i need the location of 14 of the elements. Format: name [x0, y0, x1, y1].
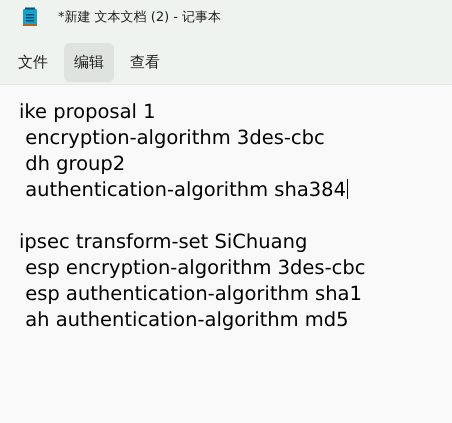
- text-line: ike proposal 1: [19, 100, 156, 122]
- text-line: ah authentication-algorithm md5: [24, 308, 349, 330]
- text-line: encryption-algorithm 3des-cbc: [24, 126, 325, 148]
- menu-item[interactable]: 查看: [120, 42, 170, 82]
- text-editor[interactable]: [0, 85, 452, 423]
- notepad-icon: [22, 7, 38, 27]
- window-title: *新建 文本文档 (2) - 记事本: [58, 9, 222, 26]
- menu-item[interactable]: 文件: [8, 42, 58, 82]
- text-line: ipsec transform-set SiChuang: [19, 230, 308, 252]
- text-line: esp encryption-algorithm 3des-cbc: [24, 256, 366, 278]
- text-line: authentication-algorithm sha384: [24, 178, 346, 200]
- text-line: dh group2: [24, 152, 126, 174]
- text-line: esp authentication-algorithm sha1: [24, 282, 362, 304]
- menu-item[interactable]: 编辑: [64, 42, 114, 82]
